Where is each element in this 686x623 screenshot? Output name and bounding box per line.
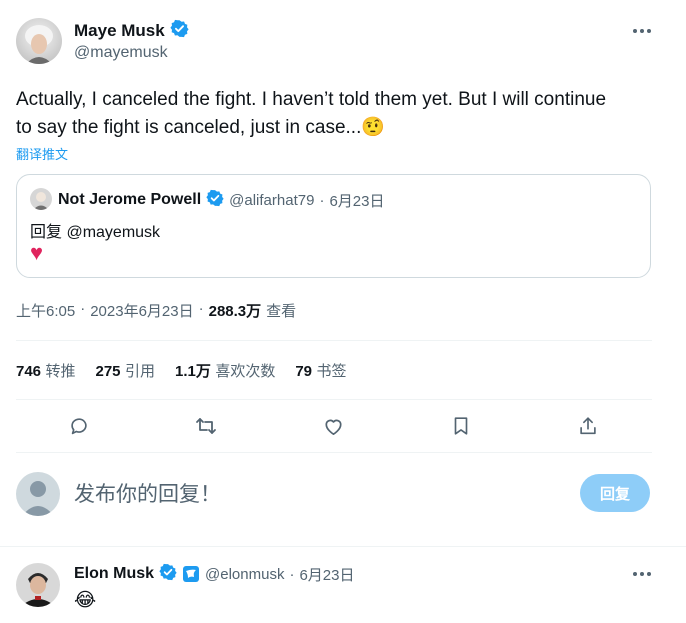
heart-icon: ♥: [30, 240, 44, 265]
reply-button[interactable]: 回复: [580, 474, 650, 512]
reply-more-options-icon[interactable]: [630, 567, 654, 581]
quoted-date: 6月23日: [329, 192, 385, 210]
tweet-more-options-icon[interactable]: [630, 24, 654, 38]
reply-date[interactable]: 6月23日: [299, 564, 354, 585]
tweet-text-line-2: to say the fight is canceled, just in ca…: [16, 117, 386, 138]
reply-separator: ·: [289, 565, 295, 583]
quoted-author-avatar: [30, 188, 52, 210]
tweet-text-line-1: Actually, I canceled the fight. I haven’…: [16, 89, 607, 110]
divider: [0, 546, 686, 547]
reply-author-handle[interactable]: @elonmusk: [205, 566, 284, 583]
meta-separator: ·: [80, 300, 86, 317]
retweets-stat[interactable]: 746 转推: [16, 360, 76, 381]
tweet-emoji: 🤨: [361, 117, 386, 138]
bookmark-icon[interactable]: [446, 411, 476, 441]
like-icon[interactable]: [318, 411, 348, 441]
current-user-avatar: [16, 472, 60, 516]
translate-tweet-link[interactable]: 翻译推文: [16, 144, 68, 163]
bookmarks-stat[interactable]: 79 书签: [295, 360, 346, 381]
reply-icon[interactable]: [64, 411, 94, 441]
views-count: 288.3万: [208, 303, 262, 320]
tweet-author-name[interactable]: Maye Musk: [74, 21, 165, 41]
quotes-stat[interactable]: 275 引用: [96, 360, 156, 381]
verified-badge-icon: [159, 563, 177, 586]
tweet-text: Actually, I canceled the fight. I haven’…: [16, 86, 656, 142]
views-label: 查看: [266, 303, 297, 320]
reply-composer-input[interactable]: 发布你的回复！: [74, 478, 554, 508]
elon-musk-avatar[interactable]: [16, 563, 60, 607]
quoted-author-name: Not Jerome Powell: [58, 191, 202, 208]
tweet-time[interactable]: 上午6:05: [16, 300, 75, 321]
meta-separator: ·: [198, 300, 204, 317]
quoted-author-handle: @alifarhat79: [229, 191, 315, 209]
verified-badge-icon: [170, 19, 189, 43]
retweet-icon[interactable]: [191, 411, 221, 441]
divider: [16, 340, 652, 341]
quoted-reply-to: 回复 @mayemusk: [30, 224, 161, 241]
maye-musk-avatar[interactable]: [16, 18, 62, 64]
reply-author-name[interactable]: Elon Musk: [74, 565, 154, 583]
likes-stat[interactable]: 1.1万 喜欢次数: [175, 360, 275, 381]
divider: [16, 399, 652, 400]
divider: [16, 452, 652, 453]
affiliate-badge-icon[interactable]: [182, 565, 200, 583]
verified-badge-icon: [206, 189, 224, 212]
reply-emoji: 😂: [74, 590, 97, 611]
tweet-date[interactable]: 2023年6月23日: [90, 300, 193, 321]
share-icon[interactable]: [573, 411, 603, 441]
quoted-separator: ·: [319, 191, 325, 209]
tweet-author-handle[interactable]: @mayemusk: [74, 44, 168, 62]
